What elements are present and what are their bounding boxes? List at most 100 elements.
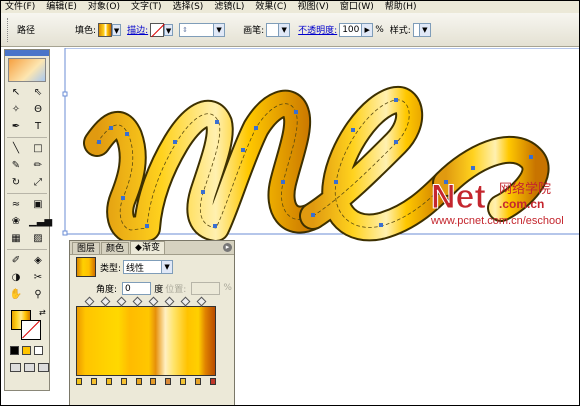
stroke-weight-combo[interactable]: ⇕ ▼	[179, 22, 226, 37]
swap-arrow-icon[interactable]: ⇄	[39, 308, 46, 317]
stroke-weight-spinner-icon[interactable]: ⇕	[182, 26, 188, 34]
app-window: 文件(F) 编辑(E) 对象(O) 文字(T) 选择(S) 滤镜(L) 效果(C…	[0, 0, 580, 406]
menu-object[interactable]: 对象(O)	[88, 1, 120, 13]
stroke-label-link[interactable]: 描边:	[127, 23, 148, 36]
hand-tool-icon[interactable]: ✋	[7, 287, 25, 302]
tab-layers[interactable]: 图层	[72, 242, 101, 254]
screen-mode-icon[interactable]	[10, 363, 21, 372]
midpoint-diamond[interactable]	[196, 296, 207, 307]
menu-window[interactable]: 窗口(W)	[340, 1, 374, 13]
stroke-swatch[interactable]	[150, 22, 165, 37]
line-tool-icon[interactable]: ╲	[7, 141, 25, 156]
object-type-label: 路径	[17, 26, 36, 36]
rotate-tool-icon[interactable]: ↻	[7, 175, 25, 190]
magic-wand-tool-icon[interactable]: ✧	[7, 102, 25, 117]
gradient-stop[interactable]	[150, 378, 157, 385]
midpoint-diamond[interactable]	[132, 296, 143, 307]
selection-handle[interactable]	[62, 230, 68, 236]
midpoint-diamond[interactable]	[84, 296, 95, 307]
scale-tool-icon[interactable]: ⤢	[29, 175, 47, 190]
screen-mode-icon[interactable]	[24, 363, 35, 372]
menu-select[interactable]: 选择(S)	[173, 1, 204, 13]
svg-text:Net: Net	[431, 178, 486, 216]
gradient-stop[interactable]	[195, 378, 202, 385]
tools-panel-titlebar[interactable]	[5, 50, 49, 56]
menu-help[interactable]: 帮助(H)	[385, 1, 417, 13]
rectangle-tool-icon[interactable]: □	[29, 141, 47, 156]
gradient-stop[interactable]	[120, 378, 127, 385]
tab-color[interactable]: 颜色	[101, 242, 130, 254]
gradient-stop[interactable]	[210, 378, 216, 385]
blend-tool-icon[interactable]: ◈	[29, 253, 47, 268]
warp-tool-icon[interactable]: ≈	[7, 197, 25, 212]
pen-tool-icon[interactable]: ✒	[7, 119, 25, 134]
selection-handle[interactable]	[62, 91, 68, 97]
column-graph-tool-icon[interactable]: ▁▃▅	[29, 214, 52, 229]
gradient-stop[interactable]	[105, 378, 112, 385]
pencil-tool-icon[interactable]: ✏	[29, 158, 47, 173]
gradient-ramp[interactable]	[76, 306, 216, 376]
menu-filter[interactable]: 滤镜(L)	[214, 1, 244, 13]
letter-m-path[interactable]	[83, 89, 327, 244]
zoom-tool-icon[interactable]: ⚲	[29, 287, 47, 302]
tab-gradient[interactable]: ◆渐变	[130, 241, 165, 254]
eyedropper-tool-icon[interactable]: ✐	[7, 253, 25, 268]
chevron-down-icon[interactable]: ▼	[213, 23, 225, 36]
gradient-stop[interactable]	[165, 378, 172, 385]
gradient-mode-icon[interactable]	[22, 346, 31, 355]
live-paint-tool-icon[interactable]: ◑	[7, 270, 25, 285]
direct-select-tool-icon[interactable]: ⇖	[29, 85, 47, 100]
tools-panel: ↖ ⇖ ✧ Θ ✒ T ╲ □ ✎ ✏ ↻ ⤢ ≈ ▣ ❀ ▁▃▅ ▦ ▨ ✐ ◈ ◑ ✂ ✋ ⚲ ⇄	[4, 49, 52, 391]
free-transform-tool-icon[interactable]: ▣	[29, 197, 47, 212]
fill-stroke-area: ⇄	[9, 308, 49, 342]
stroke-color-swatch[interactable]	[21, 320, 41, 340]
fill-swatch[interactable]	[98, 22, 113, 37]
screen-mode-icon[interactable]	[38, 363, 49, 372]
type-label: 类型:	[100, 263, 122, 274]
chevron-down-icon[interactable]: ▼	[418, 23, 430, 36]
chevron-down-icon[interactable]: ▼	[161, 261, 173, 273]
gradient-tool-icon[interactable]: ▨	[29, 231, 47, 246]
svg-text:www.pcnet.com.cn/eschool: www.pcnet.com.cn/eschool	[430, 215, 564, 227]
gradient-preview-swatch[interactable]	[76, 257, 96, 277]
menu-bar: 文件(F) 编辑(E) 对象(O) 文字(T) 选择(S) 滤镜(L) 效果(C…	[1, 1, 579, 13]
chevron-right-icon[interactable]: ▶	[361, 23, 373, 36]
slice-tool-icon[interactable]: ✂	[29, 270, 47, 285]
mesh-tool-icon[interactable]: ▦	[7, 231, 25, 246]
angle-input[interactable]: 0	[122, 281, 152, 295]
gradient-stop[interactable]	[135, 378, 142, 385]
location-input[interactable]	[191, 281, 221, 295]
stroke-dropdown-arrow[interactable]: ▼	[164, 23, 174, 36]
gradient-stop[interactable]	[76, 378, 82, 385]
fill-dropdown-arrow[interactable]: ▼	[112, 23, 122, 36]
brush-combo[interactable]: ▼	[266, 22, 291, 37]
opacity-value[interactable]: 100	[340, 25, 359, 35]
panel-menu-icon[interactable]: ▸	[223, 243, 232, 252]
type-tool-icon[interactable]: T	[29, 119, 47, 134]
menu-file[interactable]: 文件(F)	[5, 1, 35, 13]
opacity-label-link[interactable]: 不透明度:	[298, 23, 337, 36]
gradient-stop[interactable]	[180, 378, 187, 385]
chevron-down-icon[interactable]: ▼	[278, 23, 290, 36]
midpoint-diamond[interactable]	[164, 296, 175, 307]
menu-edit[interactable]: 编辑(E)	[46, 1, 77, 13]
color-mode-icon[interactable]	[10, 346, 19, 355]
midpoint-diamond[interactable]	[180, 296, 191, 307]
none-mode-icon[interactable]	[34, 346, 43, 355]
toolbar-grip[interactable]	[7, 17, 11, 42]
lasso-tool-icon[interactable]: Θ	[29, 102, 47, 117]
menu-view[interactable]: 视图(V)	[298, 1, 329, 13]
midpoint-diamond[interactable]	[100, 296, 111, 307]
symbol-sprayer-tool-icon[interactable]: ❀	[7, 214, 25, 229]
angle-unit: 度	[154, 284, 164, 295]
gradient-stop[interactable]	[90, 378, 97, 385]
menu-effect[interactable]: 效果(C)	[255, 1, 286, 13]
selection-arrow-tool-icon[interactable]: ↖	[7, 85, 25, 100]
style-combo[interactable]: ▼	[412, 22, 431, 37]
paintbrush-tool-icon[interactable]: ✎	[7, 158, 25, 173]
opacity-combo[interactable]: 100 ▶	[339, 22, 374, 37]
menu-type[interactable]: 文字(T)	[131, 1, 162, 13]
midpoint-diamond[interactable]	[116, 296, 127, 307]
midpoint-diamond[interactable]	[148, 296, 159, 307]
gradient-type-select[interactable]: 线性 ▼	[123, 260, 174, 274]
